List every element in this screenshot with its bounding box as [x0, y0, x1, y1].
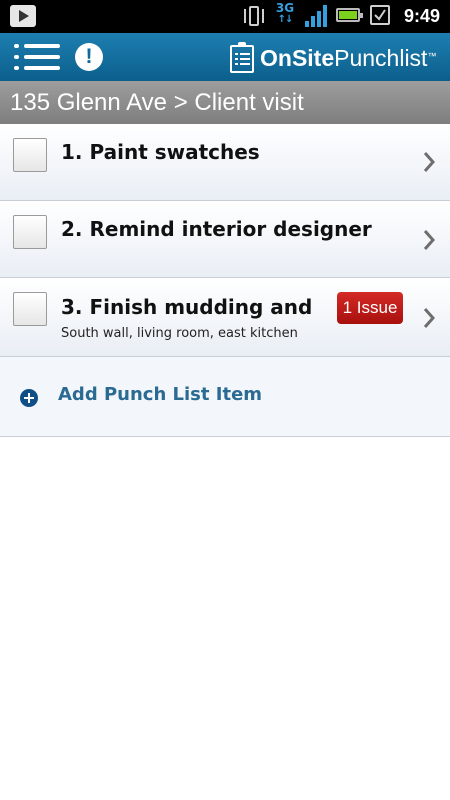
plus-circle-icon	[20, 389, 38, 407]
status-bar: 3G ↑↓ 9:49	[0, 0, 450, 33]
item-title: 3. Finish mudding and	[61, 295, 313, 319]
brand-name: OnSitePunchlist™	[260, 45, 436, 71]
list-item[interactable]: 2. Remind interior designer	[0, 201, 450, 278]
add-item-label: Add Punch List Item	[58, 384, 263, 405]
chevron-right-icon	[423, 308, 436, 328]
status-time: 9:49	[403, 6, 440, 26]
alert-icon[interactable]: !	[75, 43, 103, 71]
chevron-right-icon	[423, 230, 436, 250]
menu-list-icon[interactable]	[14, 43, 60, 71]
punch-list: 1. Paint swatches 2. Remind interior des…	[0, 124, 450, 437]
trademark: ™	[427, 51, 437, 61]
brand-name-regular: Punchlist	[334, 45, 428, 71]
item-checkbox[interactable]	[13, 138, 47, 172]
item-title: 1. Paint swatches	[61, 140, 260, 164]
item-title: 2. Remind interior designer	[61, 217, 372, 241]
clipboard-logo-icon	[230, 42, 254, 73]
list-item[interactable]: 1. Paint swatches	[0, 124, 450, 201]
issue-badge: 1 Issue	[337, 292, 403, 324]
checkmark-notification-icon	[370, 5, 390, 25]
3g-icon: 3G ↑↓	[275, 1, 295, 25]
battery-icon	[336, 8, 363, 22]
item-subtitle: South wall, living room, east kitchen	[61, 326, 298, 341]
list-item[interactable]: 3. Finish mudding and South wall, living…	[0, 278, 450, 357]
breadcrumb: 135 Glenn Ave > Client visit	[0, 81, 450, 124]
app-logo: OnSitePunchlist™	[230, 42, 440, 73]
signal-icon	[305, 5, 329, 27]
item-checkbox[interactable]	[13, 215, 47, 249]
vibrate-icon	[244, 5, 264, 27]
brand-name-bold: OnSite	[260, 45, 335, 71]
add-item-button[interactable]: Add Punch List Item	[0, 357, 450, 437]
chevron-right-icon	[423, 152, 436, 172]
item-checkbox[interactable]	[13, 292, 47, 326]
app-header: ! OnSitePunchlist™	[0, 33, 450, 81]
play-store-icon	[10, 5, 36, 27]
